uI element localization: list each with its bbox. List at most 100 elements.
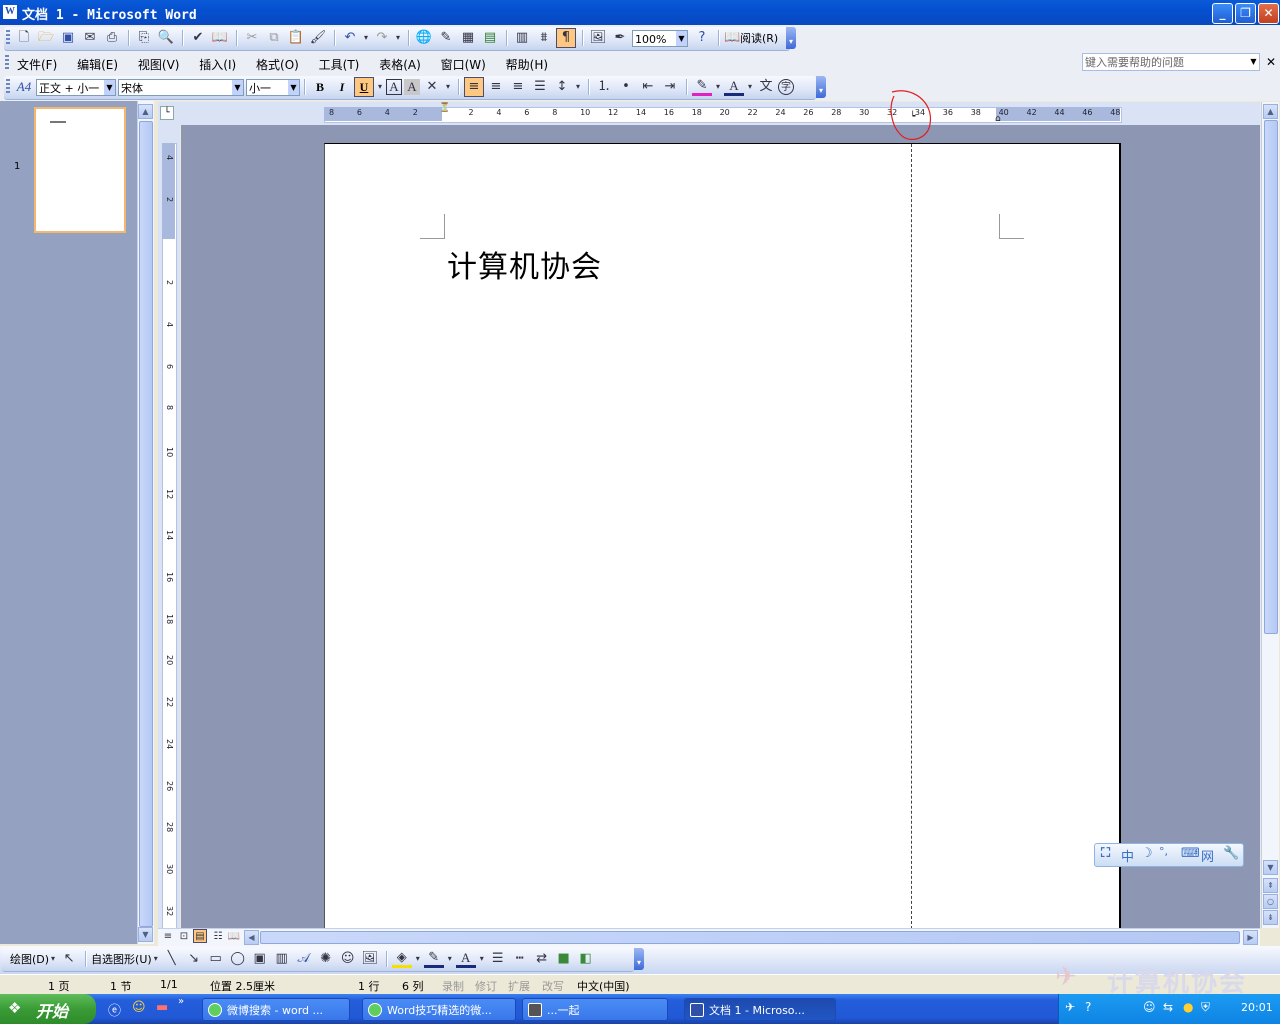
next-page-icon[interactable]: ⇟ — [1263, 910, 1278, 925]
scroll-down-icon[interactable]: ▼ — [138, 927, 153, 942]
chevron-down-icon[interactable]: ▾ — [414, 949, 422, 969]
thumbnail-scroll-thumb[interactable] — [139, 121, 153, 927]
font-select[interactable]: 宋体 ▼ — [118, 78, 244, 96]
qq-tray-icon[interactable]: ☺ — [1143, 1000, 1156, 1014]
textbox-icon[interactable]: ▣ — [250, 949, 270, 969]
numbering-icon[interactable]: ⒈ — [594, 77, 614, 97]
3d-icon[interactable]: ◧ — [576, 949, 596, 969]
status-record[interactable]: 录制 — [442, 978, 464, 994]
tray-icon[interactable]: ✈ — [1065, 1000, 1075, 1014]
normal-view-icon[interactable]: ≡ — [160, 927, 176, 947]
status-overtype[interactable]: 改写 — [542, 978, 564, 994]
menu-help[interactable]: 帮助(H) — [506, 56, 548, 73]
first-line-indent-marker[interactable]: ⏳ — [439, 103, 450, 113]
undo-icon[interactable]: ↶ — [340, 28, 360, 48]
menu-grip[interactable] — [5, 55, 9, 71]
line-style-icon[interactable]: ☰ — [488, 949, 508, 969]
research-icon[interactable]: 📖 — [210, 28, 230, 48]
undo-dropdown-icon[interactable]: ▾ — [362, 28, 370, 48]
chevron-down-icon[interactable]: ▼ — [232, 79, 243, 95]
document-text[interactable]: 计算机协会 — [447, 242, 602, 286]
ime-punct-icon[interactable]: °, — [1159, 845, 1168, 858]
previous-page-icon[interactable]: ⇞ — [1263, 878, 1278, 893]
enclose-char-icon[interactable]: 字 — [778, 79, 794, 95]
word-app-icon[interactable]: W — [3, 5, 17, 19]
thumbnail-scrollbar[interactable]: ▲ ▼ — [137, 101, 154, 944]
help-icon[interactable]: ? — [692, 28, 712, 48]
font-color-icon[interactable]: A — [455, 950, 476, 968]
highlight-icon[interactable]: ✎ — [692, 78, 712, 96]
ime-toolbar[interactable]: ⛶ 中 ☽ °, ⌨ 网 🔧 — [1094, 843, 1244, 867]
toolbar-options-icon[interactable]: ▾ — [816, 76, 826, 98]
insert-table-icon[interactable]: ▦ — [458, 28, 478, 48]
help-tray-icon[interactable]: ? — [1085, 1000, 1091, 1014]
toolbar-grip[interactable] — [6, 79, 10, 95]
status-extend[interactable]: 扩展 — [508, 978, 530, 994]
save-icon[interactable]: ▣ — [58, 28, 78, 48]
print-preview-zoom-icon[interactable]: 🔍 — [156, 28, 176, 48]
ime-settings-icon[interactable]: 🔧 — [1223, 846, 1239, 861]
italic-button[interactable]: I — [332, 77, 352, 97]
chevron-down-icon[interactable]: ▼ — [676, 30, 687, 46]
menu-format[interactable]: 格式(O) — [256, 56, 299, 73]
vertical-textbox-icon[interactable]: ▥ — [272, 949, 292, 969]
network-tray-icon[interactable]: ⇆ — [1163, 1000, 1173, 1014]
line-color-icon[interactable]: ✎ — [423, 950, 444, 968]
columns-icon[interactable]: ▥ — [512, 28, 532, 48]
right-indent-marker[interactable]: ⌂ — [995, 114, 1001, 124]
align-center-icon[interactable]: ≡ — [486, 77, 506, 97]
char-scale-icon[interactable]: ✕ — [422, 77, 442, 97]
reading-view-icon[interactable]: 📖 — [226, 927, 242, 947]
chevron-down-icon[interactable]: ▾ — [152, 949, 160, 969]
autoshapes-button[interactable]: 自选图形(U) — [91, 951, 152, 967]
cut-icon[interactable]: ✂ — [242, 28, 262, 48]
ink-icon[interactable]: ✒ — [610, 28, 630, 48]
menu-file[interactable]: 文件(F) — [17, 56, 57, 73]
redo-dropdown-icon[interactable]: ▾ — [394, 28, 402, 48]
style-select[interactable]: 正文 + 小一 ▼ — [36, 78, 116, 96]
security-tray-icon[interactable]: ⛨ — [1201, 1000, 1210, 1015]
help-search-input[interactable]: 键入需要帮助的问题 ▼ — [1082, 53, 1260, 71]
font-color-icon[interactable]: A — [724, 78, 744, 96]
ie-icon[interactable]: ⓔ — [108, 1000, 121, 1019]
distributed-icon[interactable]: ☰ — [530, 77, 550, 97]
outline-view-icon[interactable]: ☷ — [210, 927, 226, 947]
menu-edit[interactable]: 编辑(E) — [77, 56, 118, 73]
taskbar-item[interactable]: Word技巧精选的微... — [362, 998, 516, 1021]
arrow-style-icon[interactable]: ⇄ — [532, 949, 552, 969]
toolbar-grip[interactable] — [6, 30, 10, 46]
tray-icon[interactable]: ● — [1183, 1000, 1193, 1014]
styles-formatting-icon[interactable]: A4 — [14, 77, 34, 97]
page-thumbnail[interactable] — [34, 107, 126, 233]
tab-selector-icon[interactable]: └ — [160, 106, 174, 120]
menu-tools[interactable]: 工具(T) — [319, 56, 360, 73]
clipart-icon[interactable]: ☺ — [338, 949, 358, 969]
chevron-down-icon[interactable]: ▼ — [104, 79, 115, 95]
scroll-left-icon[interactable]: ◀ — [244, 930, 259, 945]
horizontal-scroll-thumb[interactable] — [260, 931, 1240, 944]
ime-halfwidth-icon[interactable]: ☽ — [1141, 846, 1153, 861]
align-left-icon[interactable]: ≡ — [464, 77, 484, 97]
ime-logo-icon[interactable]: ⛶ — [1101, 846, 1110, 861]
scroll-up-icon[interactable]: ▲ — [138, 104, 153, 119]
horizontal-ruler[interactable]: └ 8 6 4 2 2 4 6 8 10 12 14 16 18 20 22 24 26 28 30 32 34 36 38… — [158, 102, 1260, 125]
char-border-icon[interactable]: A — [386, 79, 402, 95]
status-track[interactable]: 修订 — [475, 978, 497, 994]
taskbar-item[interactable]: 微博搜索 - word ... — [202, 998, 350, 1021]
format-painter-icon[interactable]: 🖌 — [308, 28, 328, 48]
menu-window[interactable]: 窗口(W) — [441, 56, 486, 73]
show-formatting-icon[interactable]: 🖼 — [588, 28, 608, 48]
spelling-icon[interactable]: ✔ — [188, 28, 208, 48]
line-spacing-icon[interactable]: ↕ — [552, 77, 572, 97]
chevron-down-icon[interactable]: ▾ — [49, 949, 57, 969]
oval-icon[interactable]: ◯ — [228, 949, 248, 969]
qq-icon[interactable]: ☺ — [132, 1000, 146, 1015]
document-page[interactable]: 计算机协会 — [324, 143, 1121, 929]
open-folder-icon[interactable]: 🗁 — [36, 28, 56, 48]
toolbar-options-icon[interactable]: ▾ — [786, 27, 796, 49]
ime-net-icon[interactable]: 网 — [1201, 846, 1214, 865]
copy-icon[interactable]: ⧉ — [264, 28, 284, 48]
select-objects-icon[interactable]: ↖ — [59, 949, 79, 969]
chevron-down-icon[interactable]: ▼ — [288, 79, 299, 95]
minimize-button[interactable]: _ — [1212, 3, 1233, 24]
